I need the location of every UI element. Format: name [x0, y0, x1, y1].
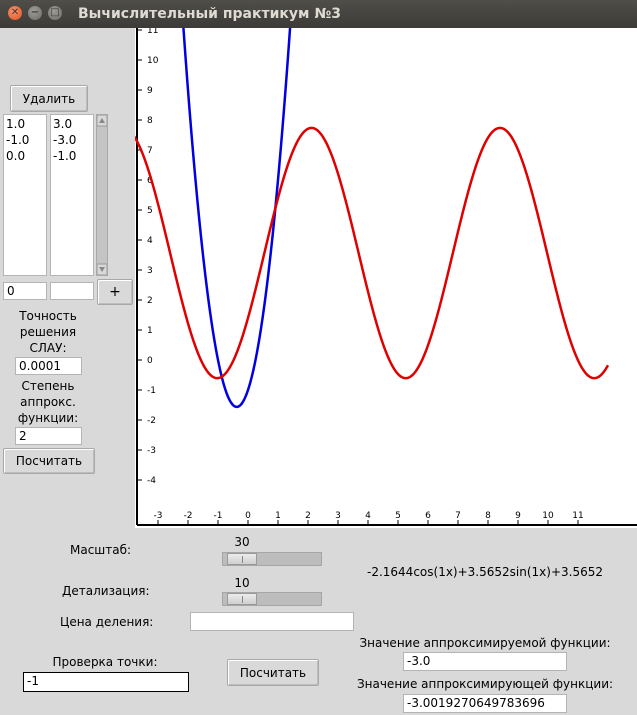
y-tick-label: 10	[147, 56, 159, 66]
scale-label: Масштаб:	[70, 543, 132, 557]
scale-slider-thumb[interactable]	[226, 553, 257, 565]
x-tick-label: -1	[214, 511, 223, 521]
x-tick-label: 7	[455, 511, 461, 521]
division-input[interactable]	[190, 612, 354, 631]
x-tick-label: 11	[572, 511, 583, 521]
approximation-curve	[135, 126, 610, 380]
list-item[interactable]: -3.0	[53, 132, 91, 148]
list-item[interactable]: 1.0	[6, 116, 44, 132]
scale-slider[interactable]	[222, 552, 322, 566]
calculate-button[interactable]: Посчитать	[3, 448, 95, 474]
x-tick-label: -3	[154, 511, 163, 521]
y-tick-label: 5	[147, 206, 153, 216]
y-tick-label: 9	[147, 86, 153, 96]
scroll-down-icon[interactable]	[97, 263, 107, 275]
y-tick-label: 1	[147, 326, 153, 336]
y-tick-label: 11	[147, 28, 158, 36]
x-values-list[interactable]: 1.0 -1.0 0.0	[3, 114, 47, 276]
x-tick-label: 8	[485, 511, 491, 521]
function-chart: -4-3-2-101234567891011-3 -2 -1 0 1 2 3 4 5 6 7 8 9 10…	[135, 26, 637, 526]
minimize-window-icon[interactable]: −	[28, 6, 42, 20]
x-tick-label: -2	[184, 511, 193, 521]
division-label: Цена деления:	[60, 615, 154, 629]
approximating-label: Значение аппроксимирующей функции:	[356, 677, 614, 691]
x-tick-label: 2	[305, 511, 311, 521]
y-tick-label: -2	[147, 416, 156, 426]
approximating-value-field[interactable]: -3.0019270649783696	[403, 694, 567, 713]
y-values-list[interactable]: 3.0 -3.0 -1.0	[50, 114, 94, 276]
y-tick-label: -4	[147, 476, 156, 486]
check-point-label: Проверка точки:	[52, 655, 158, 669]
list-item[interactable]: -1.0	[6, 132, 44, 148]
y-tick-label: 4	[147, 236, 153, 246]
y-tick-label: 8	[147, 116, 153, 126]
y-tick-label: 3	[147, 266, 153, 276]
slae-precision-input[interactable]: 0.0001	[15, 357, 82, 375]
check-point-input[interactable]: -1	[23, 672, 189, 692]
detail-label: Детализация:	[62, 584, 150, 598]
x-tick-label: 9	[515, 511, 521, 521]
title-bar: ✕ − □ Вычислительный практикум №3	[0, 0, 637, 28]
x-tick-label: 6	[425, 511, 431, 521]
detail-value: 10	[234, 576, 250, 590]
y-tick-label: 2	[147, 296, 153, 306]
x-tick-label: 10	[542, 511, 554, 521]
slae-precision-label: Точность решения СЛАУ:	[19, 309, 77, 355]
y-tick-label: -1	[147, 386, 156, 396]
formula-text: -2.1644cos(1x)+3.5652sin(1x)+3.5652	[367, 565, 603, 579]
list-item[interactable]: 0.0	[6, 148, 44, 164]
degree-label: Степень аппрокс. функции:	[17, 379, 79, 425]
y-tick-label: 0	[147, 356, 153, 366]
detail-slider-thumb[interactable]	[226, 593, 257, 605]
x-tick-label: 1	[275, 511, 281, 521]
x-tick-label: 5	[395, 511, 401, 521]
y-tick-label: -3	[147, 446, 156, 456]
degree-input[interactable]: 2	[15, 427, 82, 445]
plot-area: -4 -3 -2 -1 0 1 2 3 4 5 6 7 8 9 10 11 -3 -2 -1 0 1 2 3 4 5 6 7 8 9 10…	[135, 26, 637, 528]
list-scrollbar[interactable]	[96, 114, 108, 276]
window-title: Вычислительный практикум №3	[78, 6, 341, 22]
x-tick-label: 0	[245, 511, 251, 521]
detail-slider[interactable]	[222, 592, 322, 606]
list-item[interactable]: -1.0	[53, 148, 91, 164]
delete-button[interactable]: Удалить	[10, 85, 88, 112]
approximated-value-field[interactable]: -3.0	[403, 652, 567, 671]
new-y-input[interactable]	[50, 282, 94, 300]
scroll-up-icon[interactable]	[97, 115, 107, 127]
list-item[interactable]: 3.0	[53, 116, 91, 132]
close-window-icon[interactable]: ✕	[8, 6, 22, 20]
add-point-button[interactable]: +	[97, 279, 133, 305]
maximize-window-icon[interactable]: □	[48, 6, 62, 20]
scale-value: 30	[234, 535, 250, 549]
new-x-input[interactable]: 0	[3, 282, 47, 300]
y-tick-label: 7	[147, 146, 153, 156]
x-tick-label: 4	[365, 511, 371, 521]
approximated-label: Значение аппроксимируемой функции:	[359, 636, 611, 650]
check-calculate-button[interactable]: Посчитать	[227, 659, 319, 686]
x-tick-label: 3	[335, 511, 341, 521]
